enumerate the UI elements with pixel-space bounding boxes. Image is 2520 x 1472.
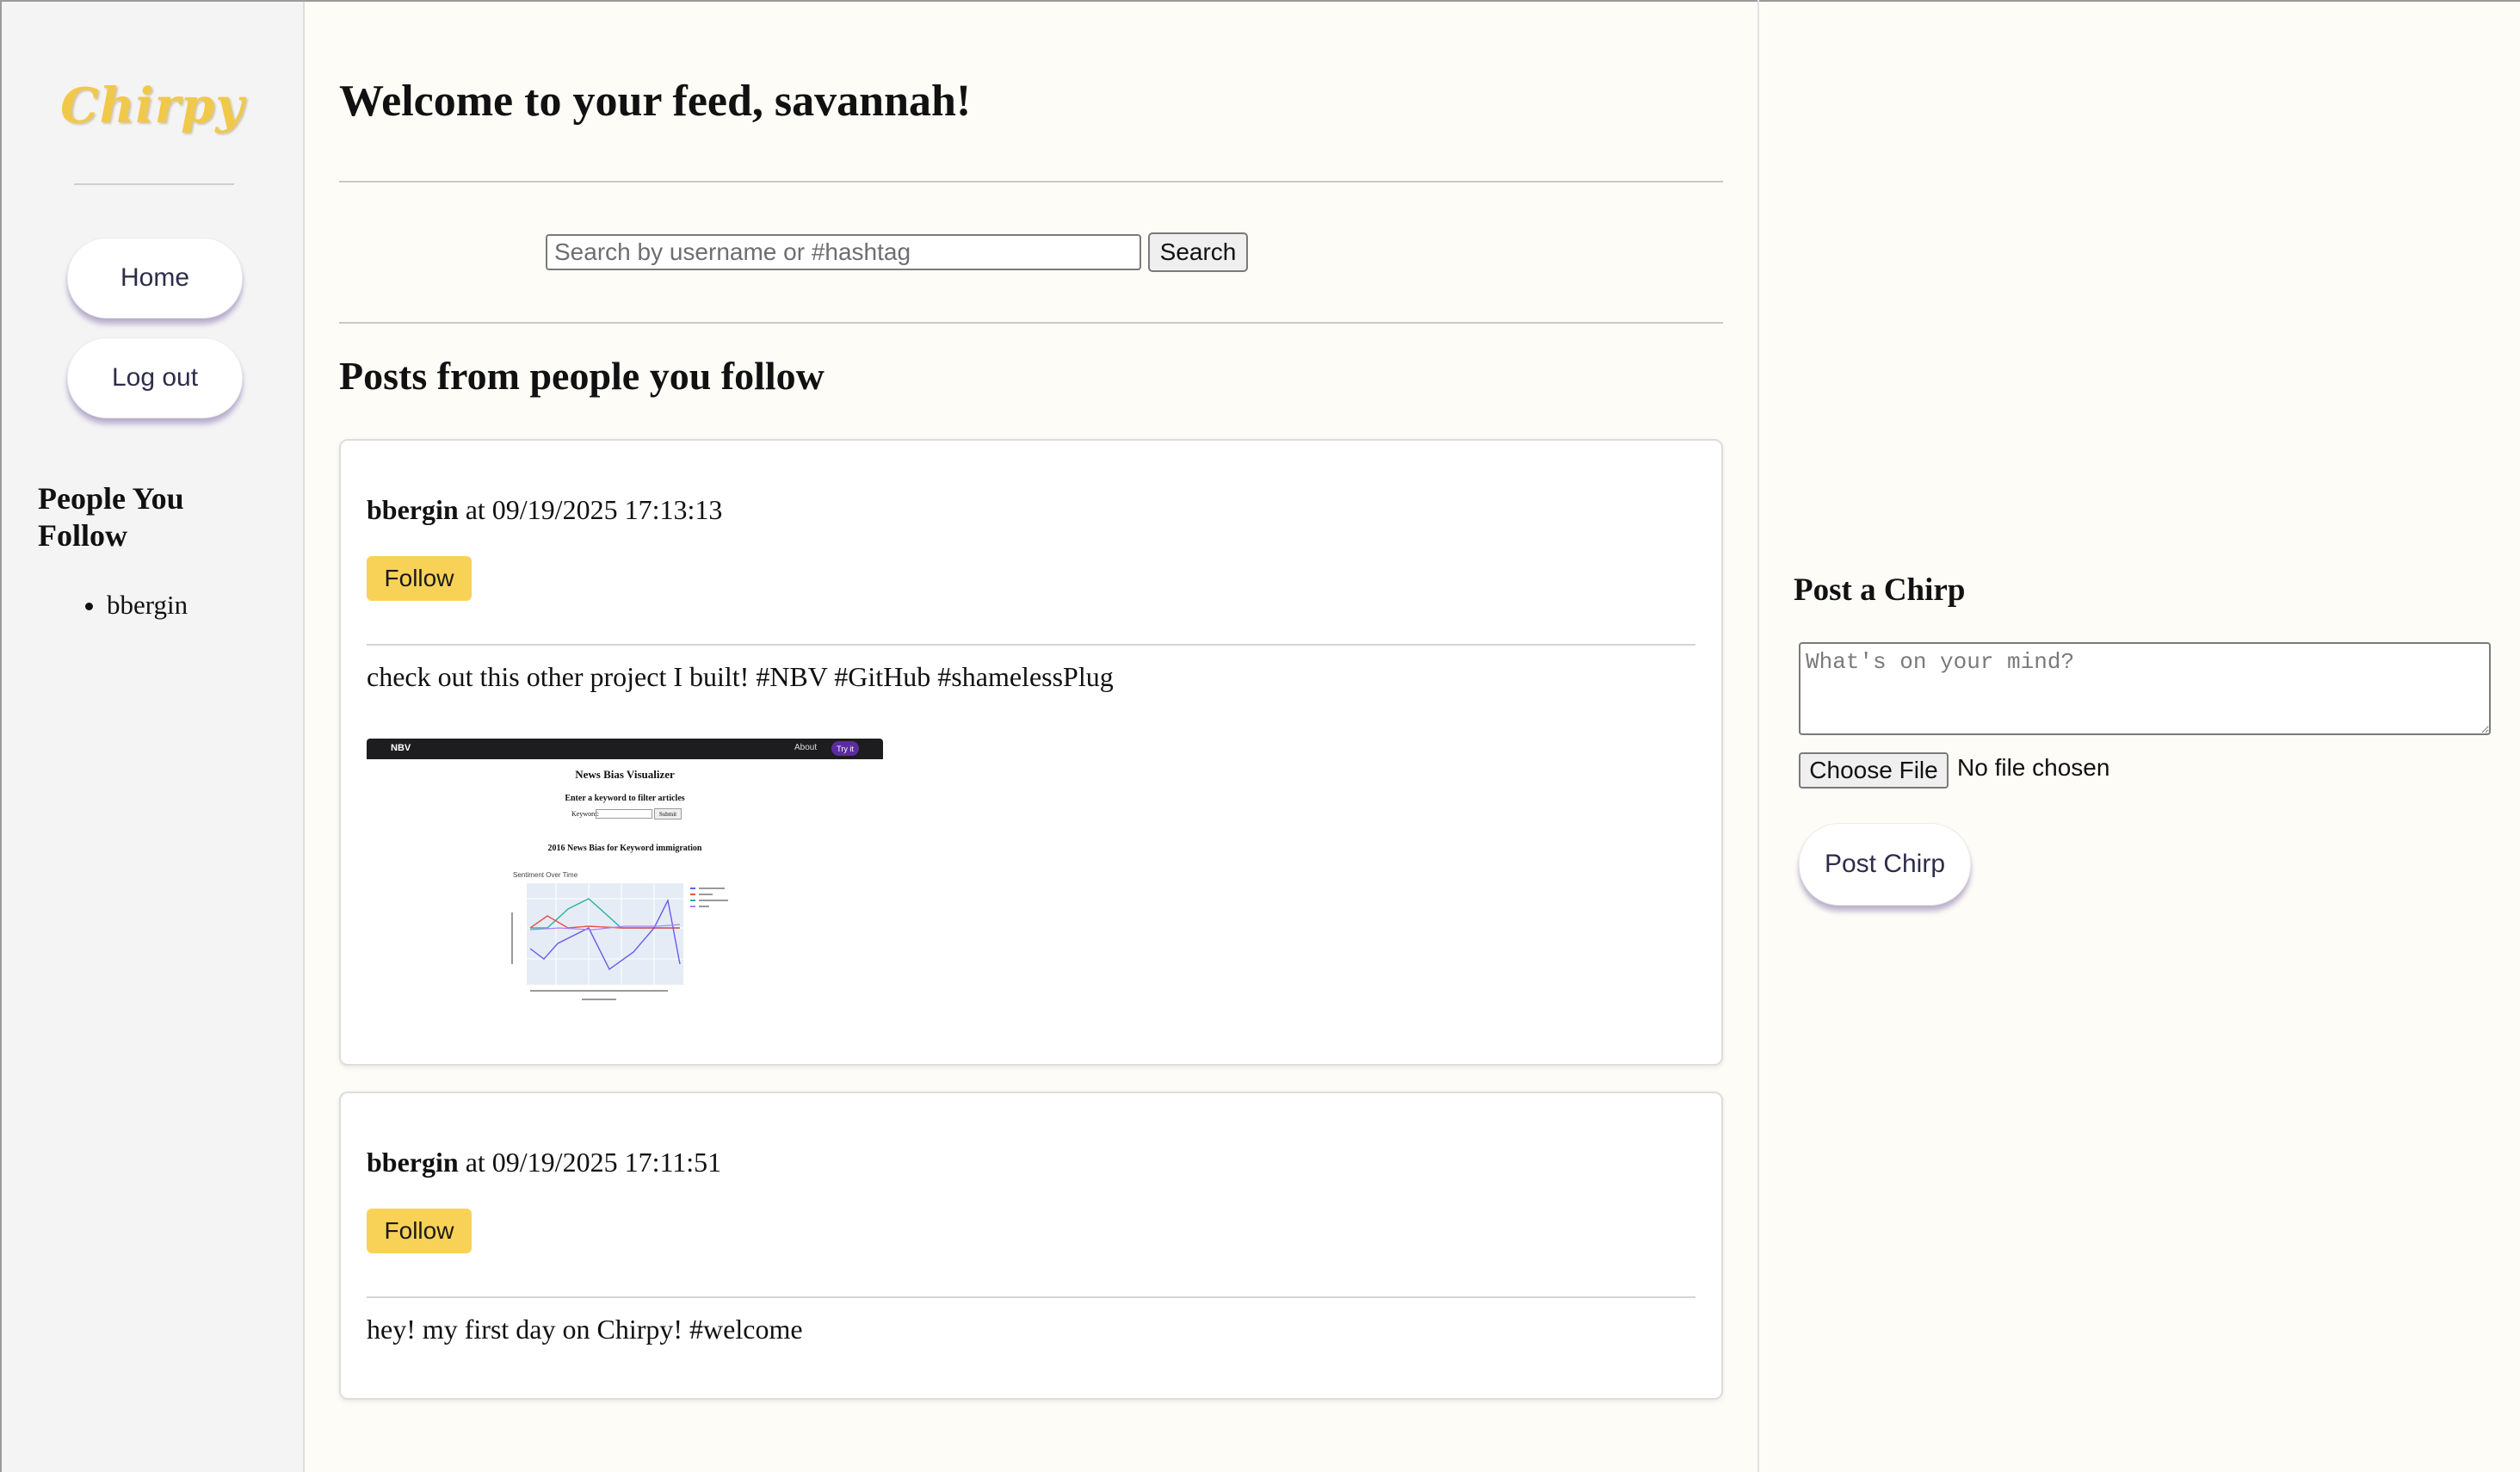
following-list: bbergin [2,587,188,623]
following-heading: People You Follow [38,481,184,553]
image-chart-title: 2016 News Bias for Keyword immigration [547,844,702,853]
post-timestamp: 09/19/2025 17:11:51 [491,1147,722,1178]
post-divider [367,644,1695,646]
post-text: hey! my first day on Chirpy! #welcome [367,1314,803,1345]
post-connector: at [465,1147,485,1178]
divider [339,322,1723,324]
image-title: News Bias Visualizer [575,768,675,781]
chirp-textarea[interactable] [1799,642,2491,735]
image-line-chart-thumbnail [511,883,728,1000]
post-card: bbergin at 09/19/2025 17:13:13 Follow ch… [339,439,1723,1066]
logout-button[interactable]: Log out [67,337,243,418]
app-logo[interactable]: Chirpy [2,77,303,134]
posts-heading: Posts from people you follow [339,354,825,398]
post-author: bbergin [367,1147,459,1178]
post-meta: bbergin at 09/19/2025 17:13:13 [367,494,722,526]
post-image[interactable]: NBV About Try it News Bias Visualizer En… [367,739,883,1016]
post-connector: at [465,494,485,525]
search-button[interactable]: Search [1148,232,1248,272]
sidebar: Chirpy Home Log out People You Follow bb… [2,2,305,1472]
page-title: Welcome to your feed, savannah! [339,77,972,126]
post-chirp-button[interactable]: Post Chirp [1799,823,1971,906]
post-card: bbergin at 09/19/2025 17:11:51 Follow he… [339,1092,1723,1400]
image-submit-button: Submit [654,808,682,819]
post-meta: bbergin at 09/19/2025 17:11:51 [367,1147,721,1178]
composer-heading: Post a Chirp [1794,572,1966,608]
image-keyword-input [596,809,652,819]
image-subtitle: Enter a keyword to filter articles [565,794,685,803]
window-top-border [0,0,2520,2]
post-author: bbergin [367,494,459,525]
file-status: No file chosen [1957,754,2110,781]
search-input[interactable] [546,234,1141,270]
image-nav-about: About [794,743,818,752]
post-text: check out this other project I built! #N… [367,661,1114,692]
column-divider [1757,0,1759,1472]
image-nav-brand: NBV [391,743,411,753]
logo-divider [74,183,234,185]
image-plot-label: Sentiment Over Time [513,871,578,879]
follow-button[interactable]: Follow [367,1209,472,1253]
choose-file-button[interactable]: Choose File [1799,752,1949,789]
post-timestamp: 09/19/2025 17:13:13 [491,494,723,525]
home-button[interactable]: Home [67,238,243,319]
divider [339,181,1723,182]
image-nav-button: Try it [831,741,859,756]
post-divider [367,1296,1695,1298]
following-item: bbergin [107,587,188,623]
follow-button[interactable]: Follow [367,556,472,601]
